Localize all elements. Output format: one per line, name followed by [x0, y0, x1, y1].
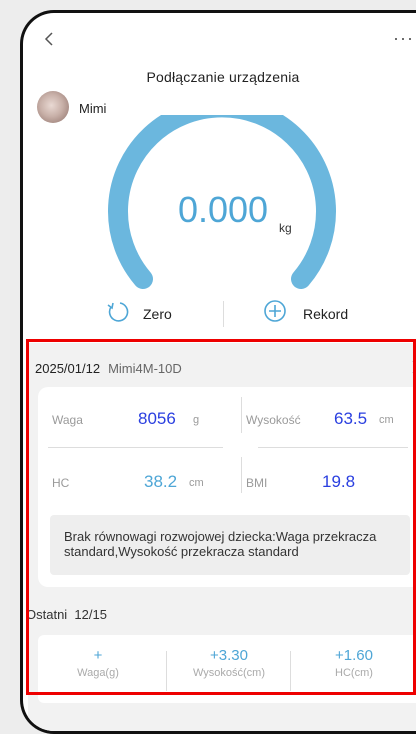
card-divider-top	[241, 397, 242, 433]
warning-message: Brak równowagi rozwojowej dziecka:Waga p…	[50, 515, 410, 575]
recent-date: 12/15	[74, 607, 107, 622]
weight-unit-g: g	[193, 414, 200, 426]
card-hline-left	[48, 447, 223, 448]
recent-label: Ostatni	[26, 607, 68, 622]
record-header[interactable]: 2025/01/12 Mimi4M-10D	[35, 361, 182, 376]
rekord-label: Rekord	[303, 305, 349, 322]
action-divider	[223, 301, 224, 327]
weight-unit: kg	[279, 221, 292, 235]
recent-weight-label: Waga(g)	[77, 667, 119, 679]
plus-circle-icon	[263, 299, 287, 328]
reset-icon	[105, 299, 129, 328]
rekord-button[interactable]: Rekord	[263, 299, 348, 328]
weight-label: Waga	[52, 413, 83, 427]
weight-value: 0.000	[177, 189, 269, 230]
recent-card: + Waga(g) +3.30 Wysokość(cm) +1.60 HC(cm…	[38, 635, 416, 703]
recent-header: Ostatni 12/15	[26, 607, 107, 622]
record-device: Mimi4M-10D	[108, 361, 182, 376]
recent-divider-1	[166, 651, 167, 691]
hc-unit: cm	[189, 477, 204, 489]
chevron-right-icon[interactable]	[411, 359, 416, 375]
recent-divider-2	[290, 651, 291, 691]
height-value: 63.5	[334, 409, 368, 428]
weight-measured: 8056	[138, 409, 176, 428]
recent-height-value: +3.30	[210, 647, 248, 664]
back-icon[interactable]	[43, 31, 55, 47]
user-name[interactable]: Mimi	[79, 101, 106, 116]
recent-hc: +1.60 HC(cm)	[294, 647, 414, 679]
recent-hc-label: HC(cm)	[335, 667, 373, 679]
hc-label: HC	[52, 476, 70, 490]
zero-label: Zero	[143, 305, 172, 322]
recent-weight: + Waga(g)	[38, 647, 158, 679]
recent-weight-value: +	[93, 647, 103, 664]
card-hline-right	[258, 447, 408, 448]
height-label: Wysokość	[246, 413, 301, 427]
card-divider-bottom	[241, 457, 242, 493]
measurement-card: Waga 8056 g Wysokość 63.5 cm HC 38.2 cm …	[38, 387, 416, 587]
hc-value: 38.2	[144, 472, 178, 491]
action-row: Zero Rekord	[23, 295, 416, 335]
bmi-label: BMI	[246, 476, 268, 490]
page-title: Podłączanie urządzenia	[146, 69, 300, 85]
recent-height: +3.30 Wysokość(cm)	[169, 647, 289, 679]
height-unit: cm	[379, 414, 394, 426]
recent-height-label: Wysokość(cm)	[192, 667, 265, 679]
phone-screen: ··· Podłączanie urządzenia Mimi 0.000 kg…	[20, 10, 416, 734]
record-date: 2025/01/12	[35, 361, 101, 376]
record-panel: 2025/01/12 Mimi4M-10D Waga 8056 g Wysokoś…	[26, 343, 416, 731]
zero-button[interactable]: Zero	[105, 299, 172, 328]
avatar[interactable]	[37, 91, 69, 123]
more-icon[interactable]: ···	[393, 29, 414, 47]
recent-hc-value: +1.60	[335, 647, 373, 664]
bmi-value: 19.8	[322, 472, 356, 491]
